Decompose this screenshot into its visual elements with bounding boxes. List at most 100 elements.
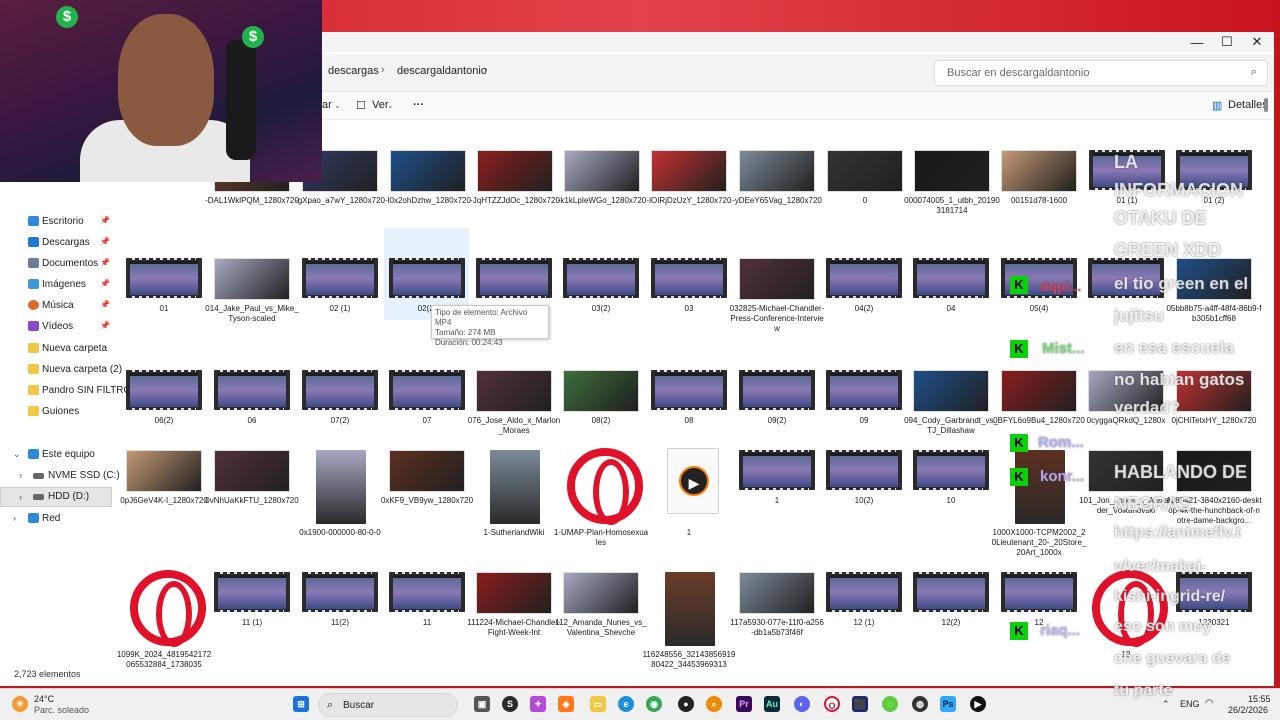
sidebar-item-music[interactable]: Música 📌 [0, 296, 112, 316]
file-tile[interactable]: 03 [641, 254, 729, 358]
premiere-icon[interactable]: Pr [736, 696, 752, 712]
chevron-down-icon[interactable]: ⌄ [13, 449, 21, 460]
search-app-icon[interactable]: ⌕ [706, 696, 722, 712]
file-name: 000074005_1_utbh_201903181714 [904, 196, 1000, 215]
file-tile[interactable]: 10(2) [816, 446, 904, 550]
file-tile[interactable]: ▶ 1 [641, 446, 729, 550]
file-tile[interactable]: 032825-Michael-Chandler-Press-Conference… [729, 254, 824, 358]
close-button[interactable]: ✕ [1242, 33, 1272, 51]
chevron-up-icon[interactable]: ⌃ [1162, 699, 1170, 710]
windows-start-icon[interactable]: ⊞ [293, 696, 309, 712]
chevron-right-icon[interactable]: › [19, 492, 22, 502]
file-tile[interactable]: 12 (1) [816, 568, 904, 672]
obs-icon[interactable]: ● [678, 696, 694, 712]
file-tile[interactable]: 12 [991, 568, 1079, 672]
file-tile[interactable]: 04(2) [816, 254, 904, 358]
sidebar-item-drive-d[interactable]: › HDD (D:) [0, 487, 112, 507]
app-icon[interactable]: ◆ [558, 696, 574, 712]
file-tile[interactable]: 11 (1) [204, 568, 292, 672]
vertical-scrollbar[interactable] [1262, 92, 1270, 652]
sidebar-item-folder[interactable]: Nueva carpeta (2) [0, 360, 122, 380]
file-tile[interactable]: 1000X1000-TCPM2002_20Lieutenant_20-_20St… [991, 446, 1086, 557]
file-tile[interactable]: 12(2) [903, 568, 991, 672]
more-options-button[interactable]: ··· [413, 99, 424, 111]
dollar-icon: $ [242, 26, 264, 48]
file-tile[interactable]: 04 [903, 254, 991, 358]
file-tile[interactable]: 1-UMAP-Plan-Homosexuales [553, 446, 648, 550]
clock-date[interactable]: 26/2/2026 [1228, 705, 1268, 715]
file-tile[interactable]: 117a5930-077e-11f0-a256-db1a5b73f46f [729, 568, 824, 672]
file-tile[interactable]: -yDEeY65Vag_1280x720 [729, 146, 822, 250]
image-thumbnail [476, 370, 552, 412]
sidebar-item-desktop[interactable]: Escritorio 📌 [0, 212, 112, 232]
wifi-icon[interactable]: ◠ [1205, 698, 1214, 709]
language-indicator[interactable]: ENG [1180, 699, 1200, 709]
file-tile[interactable]: 03(2) [553, 254, 641, 358]
chevron-right-icon[interactable]: › [13, 513, 16, 523]
sidebar-item-this-pc[interactable]: ⌄ Este equipo [0, 445, 112, 465]
file-tile[interactable]: 0pJ6GeV4K-I_1280x720 [116, 446, 208, 550]
sort-button[interactable]: ar [322, 99, 332, 111]
file-tile[interactable]: 000074005_1_utbh_201903181714 [904, 146, 1000, 250]
file-tile[interactable]: 116248556_3214385691980422_34453969313 [641, 568, 735, 672]
file-tile[interactable]: 11(2) [292, 568, 380, 672]
file-tile[interactable]: 014_Jake_Paul_vs_Mike_Tyson-scaled [204, 254, 299, 358]
file-tile[interactable]: 00151d78-1600 [991, 146, 1079, 250]
clock-time[interactable]: 15:55 [1248, 694, 1271, 704]
task-view-icon[interactable]: ▣ [474, 696, 490, 712]
file-tile[interactable]: -k1kLpIeWGo_1280x720 [554, 146, 646, 250]
breadcrumb-item[interactable]: descargaldantonio [397, 65, 487, 77]
file-tile[interactable]: -JqHTZZJdOc_1280x720 [467, 146, 560, 250]
file-tile[interactable]: -l0x2ohDzhw_1280x720 [380, 146, 471, 250]
sidebar-item-drive-c[interactable]: › NVME SSD (C:) [0, 466, 120, 486]
app-icon[interactable]: ◌ [882, 696, 898, 712]
steam-icon[interactable]: S [502, 696, 518, 712]
edge-icon[interactable]: e [618, 696, 634, 712]
file-tile[interactable]: 0 [817, 146, 905, 250]
file-tile[interactable]: 01 [116, 254, 204, 358]
scrollbar-thumb[interactable] [1264, 98, 1268, 112]
minimize-button[interactable]: — [1182, 33, 1212, 51]
file-tile[interactable]: -lOIRjDzUzY_1280x720 [641, 146, 731, 250]
app-icon[interactable]: ⬛ [852, 696, 868, 712]
file-explorer-icon[interactable]: ▭ [590, 696, 606, 712]
weather-icon[interactable]: ☀ [12, 696, 28, 712]
chrome-icon[interactable]: ◉ [646, 696, 662, 712]
chevron-right-icon[interactable]: › [484, 64, 488, 76]
sidebar-item-downloads[interactable]: Descargas 📌 [0, 233, 112, 253]
file-tile[interactable]: 0xKF9_VB9yw_1280x720 [379, 446, 473, 550]
file-tile[interactable]: 1-SutherlandWiki [466, 446, 554, 550]
file-tile[interactable]: 1099K_2024_4819542172065532884_1738035 [116, 568, 211, 672]
app-icon[interactable]: ◍ [912, 696, 928, 712]
sidebar-item-folder[interactable]: Guiones [0, 402, 112, 422]
photoshop-icon[interactable]: Ps [940, 696, 956, 712]
file-tile[interactable]: 10 [903, 446, 991, 550]
sidebar-item-videos[interactable]: Vídeos 📌 [0, 317, 112, 337]
chevron-right-icon[interactable]: › [19, 470, 22, 480]
maximize-button[interactable]: ☐ [1212, 33, 1242, 51]
sidebar-item-images[interactable]: Imágenes 📌 [0, 275, 112, 295]
chat-message: no habian gatos [1114, 370, 1245, 389]
sidebar-item-network[interactable]: › Red [0, 509, 112, 529]
chat-message: NEGRAS [1114, 494, 1192, 514]
sidebar-item-folder[interactable]: Nueva carpeta [0, 339, 112, 359]
file-tile[interactable]: 0vNhUaKkFTU_1280x720 [204, 446, 299, 550]
breadcrumb-item[interactable]: descargas [328, 65, 379, 77]
sidebar-item-documents[interactable]: Documentos 📌 [0, 254, 112, 274]
file-tile[interactable]: 02 (1) [292, 254, 380, 358]
sidebar-item-folder[interactable]: Pandro SIN FILTROS [0, 381, 138, 401]
taskbar-search[interactable]: ⌕ Buscar [318, 693, 458, 717]
file-tile[interactable]: 0x1900-000000-80-0-0 [292, 446, 381, 550]
file-tile[interactable]: 112_Amanda_Nunes_vs_Valentina_Shevche [553, 568, 647, 672]
media-player-icon[interactable]: ▶ [970, 696, 986, 712]
file-tile[interactable]: 111224-Michael-Chandler-Fight-Week-Int [466, 568, 561, 672]
copilot-icon[interactable]: ✦ [530, 696, 546, 712]
discord-icon[interactable]: ◐ [794, 696, 810, 712]
file-tile[interactable]: 11 [379, 568, 467, 672]
opera-icon[interactable]: O [824, 696, 840, 712]
video-icon [28, 321, 39, 331]
opera-icon [130, 570, 206, 647]
file-tile[interactable]: 1 [729, 446, 817, 550]
search-input[interactable]: Buscar en descargaldantonio ⌕ [934, 60, 1268, 86]
audition-icon[interactable]: Au [764, 696, 780, 712]
